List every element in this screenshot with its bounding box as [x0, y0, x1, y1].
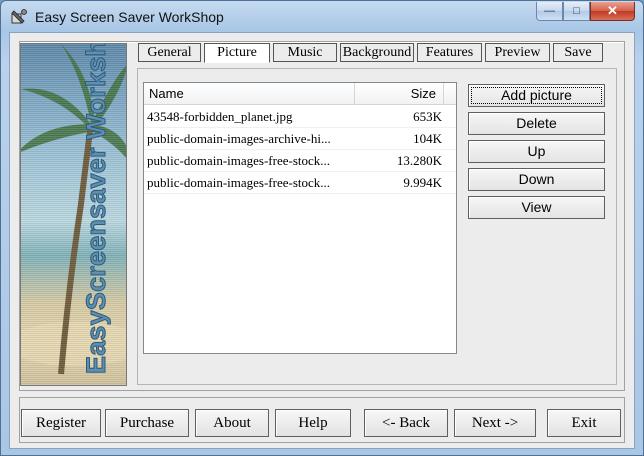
picture-list[interactable]: Name Size 43548-forbidden_planet.jpg 653…: [143, 82, 457, 354]
tab-label: Background: [342, 45, 412, 60]
button-label: About: [213, 415, 251, 431]
minimize-icon: —: [544, 5, 555, 17]
up-button[interactable]: Up: [468, 140, 605, 163]
button-label: Next ->: [471, 415, 519, 431]
file-name: 43548-forbidden_planet.jpg: [147, 109, 293, 124]
about-button[interactable]: About: [195, 409, 269, 437]
button-label: Add picture: [501, 87, 572, 103]
window-title: Easy Screen Saver WorkShop: [35, 9, 224, 25]
column-header-name[interactable]: Name: [144, 83, 355, 105]
tab-label: Features: [425, 45, 474, 60]
add-picture-button[interactable]: Add picture: [468, 84, 605, 107]
caption-buttons: — □ ✕: [536, 2, 635, 22]
button-label: Down: [518, 171, 555, 187]
file-name: public-domain-images-archive-hi...: [147, 131, 331, 146]
button-label: Delete: [516, 115, 557, 131]
tab-label: Picture: [217, 45, 257, 60]
picture-tab-page: Name Size 43548-forbidden_planet.jpg 653…: [137, 68, 617, 385]
purchase-button[interactable]: Purchase: [105, 409, 189, 437]
tab-preview[interactable]: Preview: [485, 43, 550, 62]
exit-button[interactable]: Exit: [547, 409, 621, 437]
tab-label: Music: [287, 45, 323, 60]
close-icon: ✕: [607, 3, 618, 18]
list-item[interactable]: 43548-forbidden_planet.jpg 653K: [144, 106, 456, 128]
button-label: Purchase: [119, 415, 175, 431]
client-area: EasyScreensaver Workshop General Picture…: [9, 32, 635, 449]
button-label: Exit: [571, 415, 597, 431]
file-size: 653K: [413, 109, 442, 124]
tab-music[interactable]: Music: [273, 43, 337, 62]
list-item[interactable]: public-domain-images-archive-hi... 104K: [144, 128, 456, 150]
minimize-button[interactable]: —: [536, 2, 563, 21]
file-size: 104K: [413, 131, 442, 146]
button-label: Up: [527, 143, 546, 159]
tab-label: Save: [564, 45, 592, 60]
column-header-size[interactable]: Size: [355, 83, 444, 105]
maximize-button[interactable]: □: [563, 2, 590, 21]
tab-label: General: [147, 45, 192, 60]
tab-save[interactable]: Save: [553, 43, 603, 62]
maximize-icon: □: [573, 5, 580, 17]
next-button[interactable]: Next ->: [454, 409, 536, 437]
view-button[interactable]: View: [468, 196, 605, 219]
banner-image: EasyScreensaver Workshop: [20, 43, 127, 386]
delete-button[interactable]: Delete: [468, 112, 605, 135]
tab-picture[interactable]: Picture: [204, 43, 270, 63]
title-bar[interactable]: Easy Screen Saver WorkShop — □ ✕: [1, 1, 643, 33]
file-size: 9.994K: [403, 175, 442, 190]
close-button[interactable]: ✕: [590, 2, 635, 21]
file-size: 13.280K: [396, 153, 442, 168]
tab-features[interactable]: Features: [417, 43, 482, 62]
banner-text: EasyScreensaver Workshop: [81, 43, 112, 375]
button-label: Help: [298, 415, 328, 431]
tab-general[interactable]: General: [138, 43, 201, 62]
list-item[interactable]: public-domain-images-free-stock... 13.28…: [144, 150, 456, 172]
tab-background[interactable]: Background: [340, 43, 414, 62]
help-button[interactable]: Help: [275, 409, 351, 437]
register-button[interactable]: Register: [21, 409, 101, 437]
button-label: <- Back: [381, 415, 431, 431]
back-button[interactable]: <- Back: [364, 409, 448, 437]
app-window: Easy Screen Saver WorkShop — □ ✕ EasyScr…: [0, 0, 644, 456]
file-name: public-domain-images-free-stock...: [147, 175, 331, 190]
button-label: Register: [36, 415, 86, 431]
down-button[interactable]: Down: [468, 168, 605, 191]
tab-label: Preview: [494, 45, 541, 60]
file-name: public-domain-images-free-stock...: [147, 153, 331, 168]
list-item[interactable]: public-domain-images-free-stock... 9.994…: [144, 172, 456, 194]
app-icon: [10, 8, 28, 26]
list-header: Name Size: [144, 83, 456, 105]
button-label: View: [521, 199, 552, 215]
